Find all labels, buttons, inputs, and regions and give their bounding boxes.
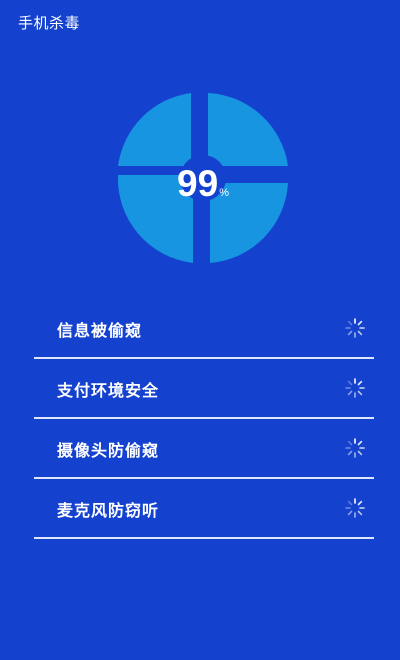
loading-spinner-icon xyxy=(345,438,365,458)
app-title: 手机杀毒 xyxy=(18,14,81,32)
security-check-list: 信息被偷窥 支付环境安全 摄像头防偷窥 麦克风防窃听 xyxy=(34,300,374,540)
check-item-microphone-protection[interactable]: 麦克风防窃听 xyxy=(34,480,374,539)
loading-spinner-icon xyxy=(345,498,365,518)
check-item-label: 信息被偷窥 xyxy=(57,321,143,340)
scan-percent-unit: % xyxy=(219,187,229,199)
scan-gauge: 99 % xyxy=(118,93,288,263)
check-item-label: 麦克风防窃听 xyxy=(57,501,160,520)
check-item-info-peeping[interactable]: 信息被偷窥 xyxy=(34,300,374,359)
loading-spinner-icon xyxy=(345,378,365,398)
loading-spinner-icon xyxy=(345,318,365,338)
check-item-payment-safety[interactable]: 支付环境安全 xyxy=(34,360,374,419)
check-item-camera-protection[interactable]: 摄像头防偷窥 xyxy=(34,420,374,479)
gauge-readout: 99 % xyxy=(177,156,229,206)
scan-percent-value: 99 xyxy=(177,163,219,204)
check-item-label: 支付环境安全 xyxy=(57,381,160,400)
check-item-label: 摄像头防偷窥 xyxy=(57,441,160,460)
